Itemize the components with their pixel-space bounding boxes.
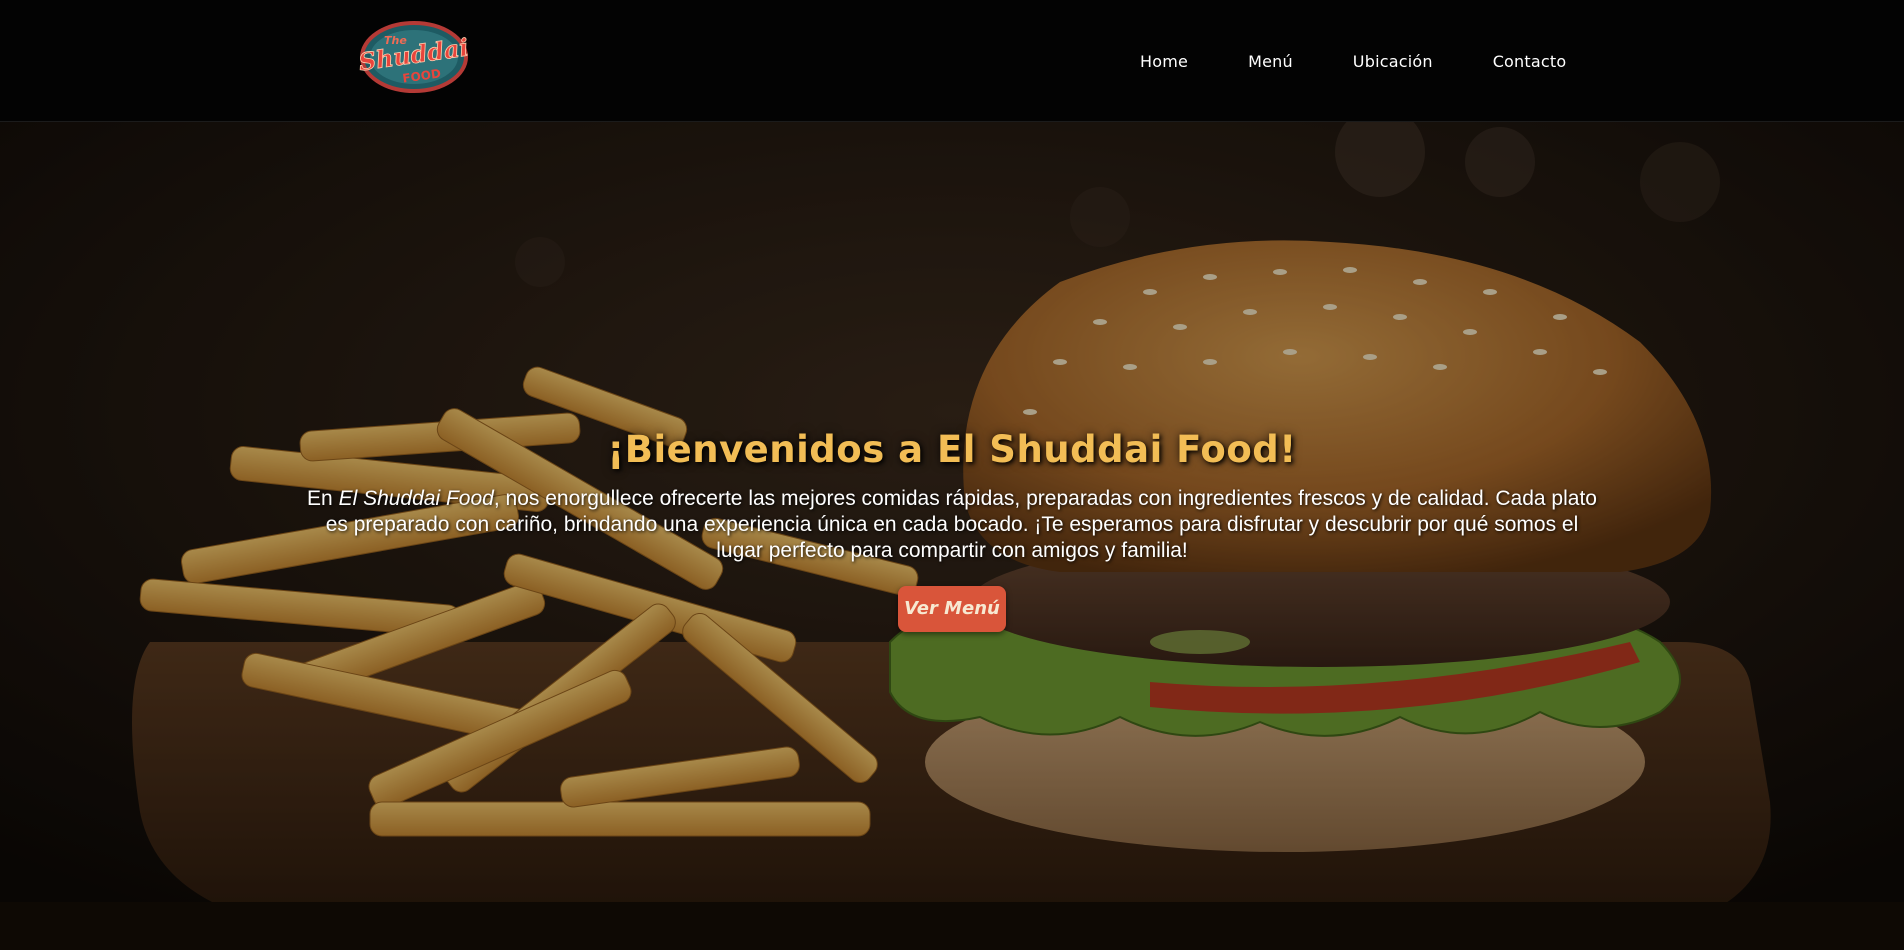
nav-home[interactable]: Home bbox=[1140, 52, 1188, 71]
nav-location[interactable]: Ubicación bbox=[1353, 52, 1433, 71]
hero-title: ¡Bienvenidos a El Shuddai Food! bbox=[607, 428, 1297, 471]
nav-contact[interactable]: Contacto bbox=[1493, 52, 1567, 71]
logo[interactable]: The Shuddai FOOD bbox=[358, 18, 470, 96]
site-header: The Shuddai FOOD Home Menú Ubicación Con… bbox=[0, 0, 1904, 122]
hero-text-body: , nos enorgullece ofrecerte las mejores … bbox=[325, 487, 1597, 562]
nav-menu[interactable]: Menú bbox=[1248, 52, 1293, 71]
hero-text-brand: El Shuddai Food bbox=[338, 487, 494, 510]
logo-emblem-icon: The Shuddai FOOD bbox=[358, 21, 470, 93]
hero-description: En El Shuddai Food, nos enorgullece ofre… bbox=[302, 486, 1602, 564]
hero-content: ¡Bienvenidos a El Shuddai Food! En El Sh… bbox=[290, 428, 1614, 632]
view-menu-button[interactable]: Ver Menú bbox=[898, 586, 1006, 632]
hero-text-prefix: En bbox=[307, 487, 339, 510]
main-nav: Home Menú Ubicación Contacto bbox=[1140, 0, 1626, 122]
hero-section: ¡Bienvenidos a El Shuddai Food! En El Sh… bbox=[0, 122, 1904, 950]
